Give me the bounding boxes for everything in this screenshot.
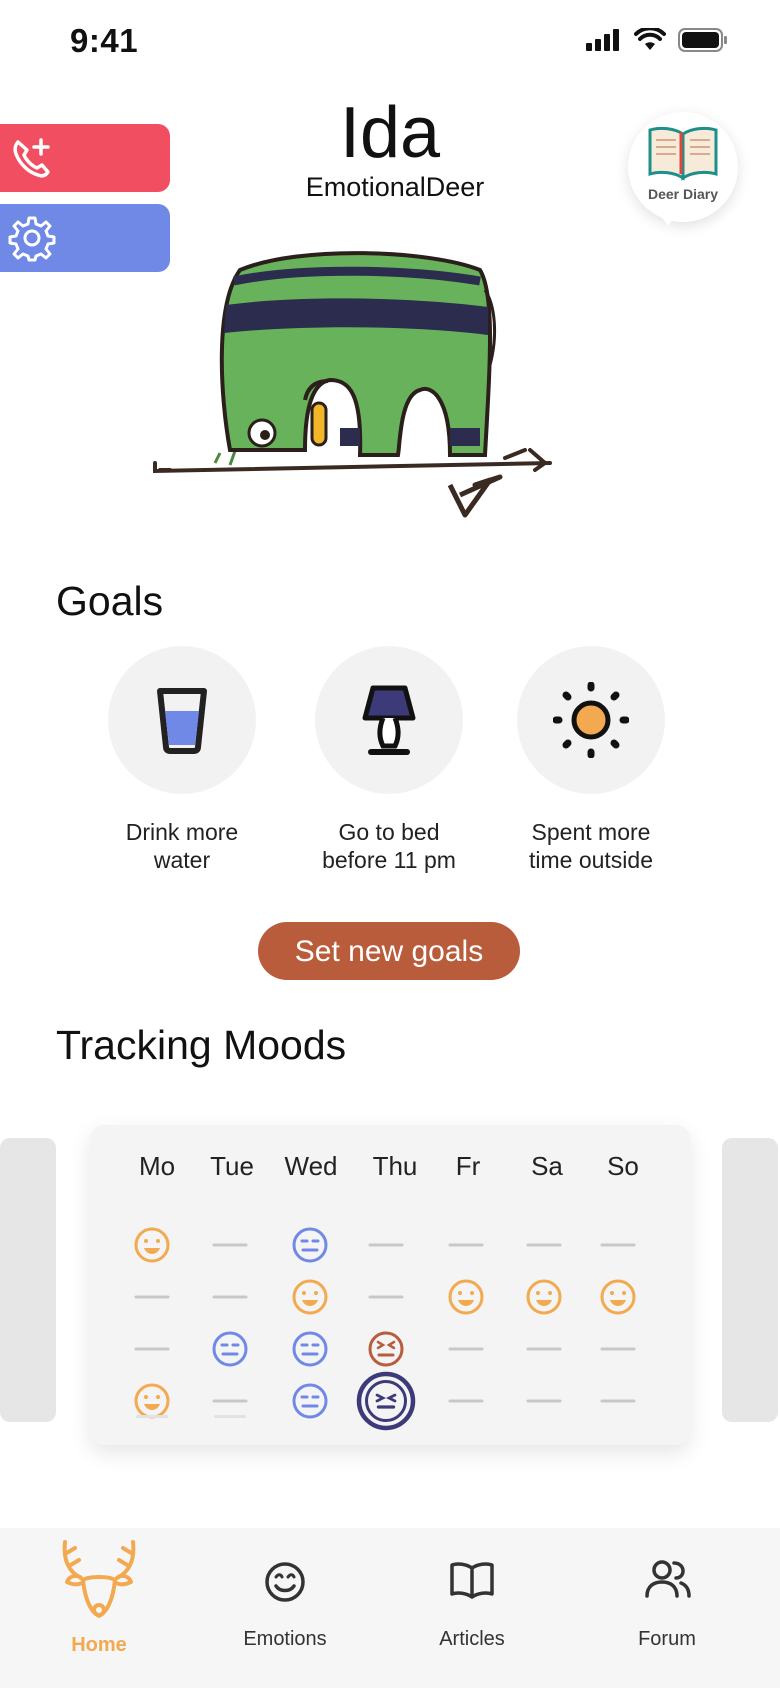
mood-faded-dash [214, 1415, 246, 1418]
mood-faded-dash [136, 1415, 168, 1418]
deer-icon [62, 1540, 136, 1618]
goal-label: Go to bed before 11 pm [322, 819, 456, 873]
lamp-icon [362, 685, 416, 755]
goal-item-water[interactable]: Drink more water [82, 646, 282, 874]
nav-label-articles: Articles [439, 1628, 505, 1650]
cellular-signal-icon [586, 29, 619, 51]
people-icon [645, 1560, 691, 1598]
bottom-navigation: Home Emotions Articles Forum [0, 1528, 780, 1688]
settings-button[interactable] [0, 204, 170, 272]
tracking-moods-title: Tracking Moods [56, 1022, 347, 1068]
nav-label-forum: Forum [638, 1628, 696, 1650]
goal-icon-circle [108, 646, 256, 794]
smiley-icon [265, 1562, 305, 1602]
goal-icon-circle [517, 646, 665, 794]
mood-empty-dash[interactable] [446, 1225, 486, 1265]
mood-empty-dash[interactable] [210, 1225, 250, 1265]
mood-empty-dash[interactable] [524, 1381, 564, 1421]
sun-icon [553, 682, 629, 758]
goal-label: Spent more time outside [528, 819, 653, 873]
mood-calendar-card: Mo Tue Wed Thu Fr Sa So [90, 1125, 690, 1445]
nav-item-articles[interactable]: Articles [392, 1528, 552, 1688]
nav-label-emotions: Emotions [243, 1628, 327, 1650]
mood-empty-dash[interactable] [132, 1329, 172, 1369]
water-glass-icon [157, 688, 207, 754]
mood-empty-dash[interactable] [446, 1329, 486, 1369]
day-label-fr: Fr [455, 1151, 481, 1181]
day-label-so: So [607, 1151, 639, 1181]
mood-empty-dash[interactable] [446, 1381, 486, 1421]
nav-item-forum[interactable]: Forum [587, 1528, 747, 1688]
mood-empty-dash[interactable] [366, 1277, 406, 1317]
mood-angry-icon[interactable] [366, 1329, 406, 1369]
status-time: 9:41 [70, 22, 139, 59]
day-label-sa: Sa [531, 1151, 563, 1181]
mood-empty-dash[interactable] [210, 1277, 250, 1317]
mood-happy-icon[interactable] [524, 1277, 564, 1317]
mood-selected-icon[interactable] [356, 1371, 416, 1431]
mascot-illustration [153, 251, 552, 518]
wifi-icon [634, 28, 666, 50]
goal-icon-circle [315, 646, 463, 794]
next-week-card[interactable] [722, 1138, 778, 1422]
mood-empty-dash[interactable] [598, 1381, 638, 1421]
gear-icon [8, 216, 56, 262]
mood-happy-icon[interactable] [446, 1277, 486, 1317]
mood-empty-dash[interactable] [598, 1225, 638, 1265]
diary-label: Deer Diary [647, 186, 719, 202]
day-label-wed: Wed [284, 1151, 338, 1181]
battery-icon [678, 28, 727, 52]
book-icon [450, 1562, 494, 1599]
goal-item-sleep[interactable]: Go to bed before 11 pm [289, 646, 489, 874]
day-label-thu: Thu [372, 1151, 418, 1181]
set-new-goals-button[interactable]: Set new goals [258, 922, 520, 980]
day-label-tue: Tue [210, 1151, 254, 1181]
goal-label: Drink more water [125, 819, 239, 873]
mood-happy-icon[interactable] [290, 1277, 330, 1317]
nav-label-home: Home [71, 1634, 127, 1656]
mood-neutral-icon[interactable] [290, 1381, 330, 1421]
mood-empty-dash[interactable] [524, 1225, 564, 1265]
mood-empty-dash[interactable] [524, 1329, 564, 1369]
nav-item-emotions[interactable]: Emotions [205, 1528, 365, 1688]
mood-happy-icon[interactable] [598, 1277, 638, 1317]
diary-bubble-tail [658, 212, 678, 226]
mood-happy-icon[interactable] [132, 1225, 172, 1265]
deer-diary-button[interactable]: Deer Diary [628, 112, 738, 226]
status-icons [586, 28, 728, 52]
mood-neutral-icon[interactable] [210, 1329, 250, 1369]
goals-title: Goals [56, 578, 164, 624]
mood-empty-dash[interactable] [366, 1225, 406, 1265]
previous-week-card[interactable] [0, 1138, 56, 1422]
mood-neutral-icon[interactable] [290, 1225, 330, 1265]
goal-item-outside[interactable]: Spent more time outside [491, 646, 691, 874]
open-book-icon [648, 126, 718, 181]
mood-neutral-icon[interactable] [290, 1329, 330, 1369]
mood-empty-dash[interactable] [132, 1277, 172, 1317]
nav-item-home[interactable]: Home [19, 1528, 179, 1688]
day-label-mo: Mo [138, 1151, 176, 1181]
mood-empty-dash[interactable] [598, 1329, 638, 1369]
